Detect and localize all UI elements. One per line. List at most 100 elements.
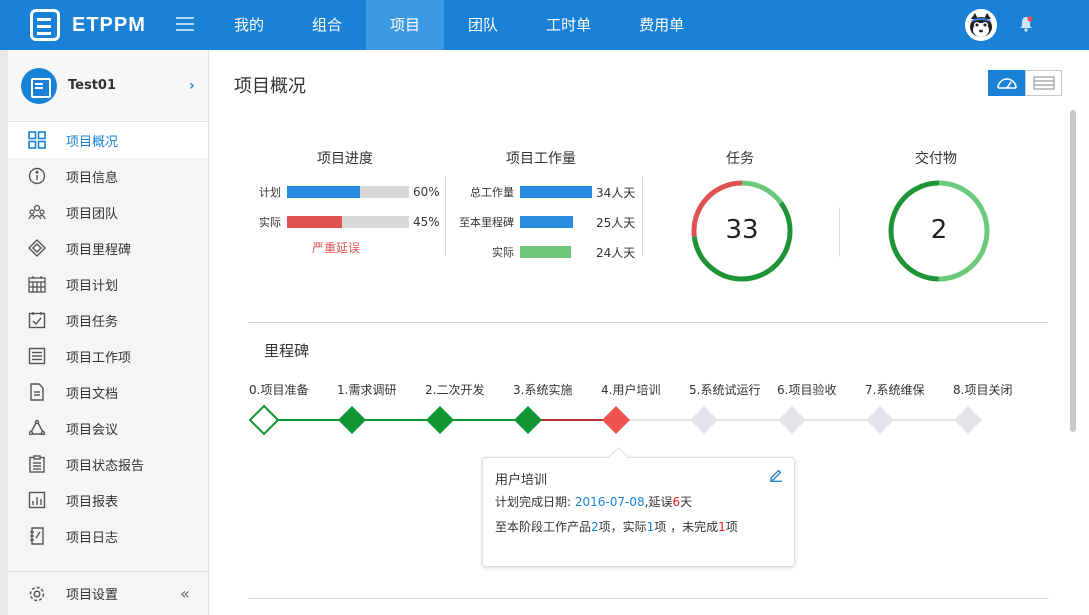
sidebar-item-reports[interactable]: 项目报表 bbox=[8, 482, 208, 518]
sidebar-item-plan[interactable]: 项目计划 bbox=[8, 266, 208, 302]
view-switcher bbox=[988, 70, 1062, 96]
milestone-icon bbox=[27, 238, 47, 258]
table-icon bbox=[1032, 76, 1055, 90]
popup-products-mid2: 项 ，未完成 bbox=[654, 520, 719, 534]
sidebar-item-status-report[interactable]: 项目状态报告 bbox=[8, 446, 208, 482]
sidebar-item-workitem[interactable]: 项目工作项 bbox=[8, 338, 208, 374]
bell-icon[interactable] bbox=[1019, 16, 1033, 32]
popup-plan-label: 计划完成日期: bbox=[495, 495, 572, 509]
workload-actual-track bbox=[520, 246, 592, 258]
sidebar-item-settings[interactable]: 项目设置 « bbox=[8, 571, 208, 615]
sidebar-item-label: 项目报表 bbox=[66, 494, 119, 510]
nav-item-team[interactable]: 团队 bbox=[444, 0, 522, 50]
workload-total-row: 总工作量 34人天 bbox=[446, 185, 636, 200]
popup-products-mid1: 项，实际 bbox=[598, 520, 647, 534]
milestone-label-8[interactable]: 8.项目关闭 bbox=[953, 381, 1012, 398]
scrollbar[interactable] bbox=[1070, 110, 1076, 432]
log-icon bbox=[27, 526, 47, 546]
milestone-node-1[interactable] bbox=[338, 406, 366, 434]
project-header[interactable]: Test01 › bbox=[8, 50, 208, 122]
progress-title: 项目进度 bbox=[317, 151, 373, 167]
progress-actual-row: 实际 45% bbox=[240, 215, 440, 229]
workload-total-value: 34人天 bbox=[596, 185, 636, 200]
collapse-sidebar-icon[interactable]: « bbox=[180, 584, 190, 603]
section-divider bbox=[248, 598, 1049, 599]
workload-actual-value: 24人天 bbox=[596, 245, 636, 260]
tasks-count: 33 bbox=[725, 215, 759, 245]
grid-icon bbox=[27, 130, 47, 150]
sidebar-item-log[interactable]: 项目日志 bbox=[8, 518, 208, 554]
workload-milestone-row: 至本里程碑 25人天 bbox=[446, 215, 635, 230]
milestone-label-5[interactable]: 5.系统试运行 bbox=[689, 381, 760, 398]
sidebar-item-milestone[interactable]: 项目里程碑 bbox=[8, 230, 208, 266]
milestone-node-5[interactable] bbox=[690, 406, 718, 434]
gauge-icon bbox=[996, 78, 1017, 89]
list-icon bbox=[27, 346, 47, 366]
popup-delay-prefix: ,延误 bbox=[644, 495, 673, 509]
sidebar-item-label: 项目团队 bbox=[66, 206, 119, 222]
progress-plan-fill bbox=[287, 186, 361, 198]
milestone-node-4[interactable] bbox=[602, 406, 630, 434]
milestone-label-6[interactable]: 6.项目验收 bbox=[777, 381, 836, 398]
sidebar-item-label: 项目日志 bbox=[66, 530, 119, 546]
progress-actual-track bbox=[287, 216, 409, 228]
milestone-node-0[interactable] bbox=[248, 404, 280, 436]
workload-actual-fill bbox=[520, 246, 571, 258]
sidebar-item-label: 项目会议 bbox=[66, 422, 119, 438]
tasks-title: 任务 bbox=[726, 151, 754, 167]
sidebar-item-overview[interactable]: 项目概况 bbox=[8, 122, 208, 158]
popup-products-line: 至本阶段工作产品2项，实际1项 ，未完成1项 bbox=[495, 518, 738, 535]
deliverables-count: 2 bbox=[930, 215, 948, 245]
popup-products-total: 2 bbox=[591, 520, 599, 534]
sidebar-item-info[interactable]: 项目信息 bbox=[8, 158, 208, 194]
milestone-node-6[interactable] bbox=[778, 406, 806, 434]
top-bar: ETPPM 我的 组合 项目 团队 工时单 费用单 bbox=[0, 0, 1089, 50]
milestone-label-3[interactable]: 3.系统实施 bbox=[513, 381, 572, 398]
workload-total-fill bbox=[520, 186, 592, 198]
logo[interactable]: ETPPM bbox=[30, 8, 146, 42]
project-name: Test01 bbox=[68, 78, 117, 93]
sidebar-menu: 项目概况 项目信息 项目团队 项目里程碑 项目计划 项目任务 项目工作项 项目文… bbox=[8, 122, 208, 554]
edit-icon[interactable] bbox=[769, 468, 783, 482]
chart-icon bbox=[27, 490, 47, 510]
popup-products-prefix: 至本阶段工作产品 bbox=[495, 520, 592, 534]
dashboard-view-button[interactable] bbox=[988, 70, 1025, 96]
avatar[interactable] bbox=[965, 9, 997, 41]
popup-title: 用户培训 bbox=[495, 473, 548, 488]
milestones-title: 里程碑 bbox=[264, 342, 310, 360]
milestone-node-8[interactable] bbox=[954, 406, 982, 434]
popup-plan-line: 计划完成日期: 2016-07-08,延误6天 bbox=[495, 493, 692, 510]
milestone-node-2[interactable] bbox=[426, 406, 454, 434]
report-icon bbox=[27, 454, 47, 474]
sidebar-item-meeting[interactable]: 项目会议 bbox=[8, 410, 208, 446]
workload-title: 项目工作量 bbox=[506, 151, 576, 167]
milestone-label-7[interactable]: 7.系统维保 bbox=[865, 381, 924, 398]
chevron-right-icon[interactable]: › bbox=[189, 78, 195, 94]
popup-products-incomplete: 1 bbox=[718, 520, 726, 534]
nav-item-timesheet[interactable]: 工时单 bbox=[522, 0, 615, 50]
sidebar-item-label: 项目计划 bbox=[66, 278, 119, 294]
sidebar-item-label: 项目工作项 bbox=[66, 350, 132, 366]
list-view-button[interactable] bbox=[1025, 70, 1062, 96]
sidebar-item-label: 项目任务 bbox=[66, 314, 119, 330]
gear-icon bbox=[27, 584, 47, 604]
milestone-label-0[interactable]: 0.项目准备 bbox=[249, 381, 308, 398]
milestone-node-3[interactable] bbox=[514, 406, 542, 434]
nav-item-mine[interactable]: 我的 bbox=[210, 0, 288, 50]
popup-delay-days: 6 bbox=[672, 495, 681, 509]
popup-plan-date: 2016-07-08 bbox=[574, 495, 645, 509]
nav-item-expense[interactable]: 费用单 bbox=[615, 0, 708, 50]
sidebar-item-team[interactable]: 项目团队 bbox=[8, 194, 208, 230]
workload-total-track bbox=[520, 186, 592, 198]
milestone-label-1[interactable]: 1.需求调研 bbox=[337, 381, 396, 398]
milestone-label-4[interactable]: 4.用户培训 bbox=[601, 381, 660, 398]
milestone-node-7[interactable] bbox=[866, 406, 894, 434]
nav-item-project[interactable]: 项目 bbox=[366, 0, 445, 50]
sidebar-item-task[interactable]: 项目任务 bbox=[8, 302, 208, 338]
nav-item-portfolio[interactable]: 组合 bbox=[288, 0, 366, 50]
menu-toggle-icon[interactable] bbox=[176, 17, 194, 33]
milestone-label-2[interactable]: 2.二次开发 bbox=[425, 381, 484, 398]
sidebar-item-document[interactable]: 项目文档 bbox=[8, 374, 208, 410]
info-icon bbox=[27, 166, 47, 186]
project-icon bbox=[21, 68, 57, 104]
